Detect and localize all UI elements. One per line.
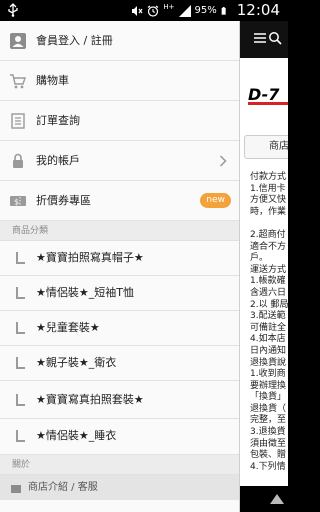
info-line: 含週六日 (250, 287, 287, 298)
info-line: 須由徵至 (250, 438, 287, 449)
info-line: 適合不方 (250, 241, 287, 252)
info-line: 2.超商付 (250, 229, 286, 240)
usb-icon (8, 3, 18, 17)
info-line: 4.下列情 (250, 461, 286, 472)
info-line: 1.信用卡 (250, 183, 286, 194)
info-line: 包裝、贈 (250, 450, 287, 461)
info-line (250, 218, 288, 230)
battery-percent: 95% (194, 5, 217, 16)
info-line: 要辦理換 (250, 380, 287, 391)
tree-branch-icon (16, 357, 25, 369)
category-label: ★兒童套裝★ (36, 321, 100, 334)
section-header-about: 關於 (0, 455, 239, 475)
info-line: 完整，至 (250, 415, 287, 426)
battery-icon (221, 6, 226, 15)
order-list-icon (11, 113, 25, 129)
drawer-item-label: 購物車 (36, 74, 69, 87)
store-tab-button[interactable]: 商店 (244, 135, 288, 159)
category-label: ★寶寶拍照寫真帽子★ (36, 251, 144, 264)
info-line: 3.退換貨 (250, 427, 286, 438)
drawer-item-login[interactable]: 會員登入 / 註冊 (0, 21, 239, 61)
app-toolbar (240, 21, 288, 58)
drawer-item-label: 會員登入 / 註冊 (36, 34, 113, 47)
category-label: ★寶寶寫真拍照套裝★ (36, 393, 144, 406)
clock: 12:04 (236, 1, 280, 19)
chevron-right-icon (219, 155, 227, 167)
info-line: 運送方式 (250, 264, 287, 275)
info-line: 可備註全 (250, 322, 287, 333)
tree-branch-icon (16, 322, 25, 334)
drawer-item-store-info[interactable]: 商店介紹 / 客服 (0, 475, 239, 500)
new-badge: new (200, 193, 231, 208)
info-line: 2.以 郵局 (250, 299, 288, 310)
menu-icon[interactable] (254, 33, 266, 43)
coupon-icon: $ (10, 196, 26, 207)
tree-branch-icon (16, 430, 25, 442)
category-item[interactable]: ★親子裝★_衛衣 (0, 346, 239, 381)
logo-underline (248, 102, 288, 105)
category-item[interactable]: ★兒童套裝★ (0, 311, 239, 346)
category-label: ★情侶裝★_睡衣 (36, 429, 117, 442)
user-icon (10, 33, 26, 49)
drawer-item-label: 我的帳戶 (36, 154, 80, 167)
lock-icon (13, 153, 23, 168)
info-line: 方便又快 (250, 195, 287, 206)
category-item[interactable]: ★寶寶拍照寫真帽子★ (0, 241, 239, 276)
drawer-item-account[interactable]: 我的帳戶 (0, 141, 239, 181)
signal-icon (178, 4, 191, 17)
info-line: 4.如本店 (250, 334, 286, 345)
info-line: 退換貨（ (250, 403, 287, 414)
info-line: 戶。 (250, 253, 269, 264)
drawer-item-cart[interactable]: 購物車 (0, 61, 239, 101)
store-logo: D-7 (248, 83, 288, 107)
scroll-up-icon[interactable] (270, 494, 284, 504)
info-line: 退換貨說 (250, 357, 287, 368)
section-header-categories: 商品分類 (0, 221, 239, 241)
search-icon[interactable] (268, 31, 282, 45)
drawer-item-orders[interactable]: 訂單查詢 (0, 101, 239, 141)
bottom-navigation (240, 486, 288, 512)
info-line: 日內通知 (250, 345, 287, 356)
info-line: 時，作業 (250, 206, 287, 217)
info-line: 「換貨」 (250, 392, 287, 403)
cart-icon (10, 74, 26, 89)
mute-icon (132, 5, 143, 16)
category-item[interactable]: ★情侶裝★_睡衣 (0, 419, 239, 455)
category-item[interactable]: ★寶寶寫真拍照套裝★ (0, 381, 239, 419)
tree-branch-icon (16, 252, 25, 264)
store-button-label: 商店 (269, 141, 288, 152)
info-line: 1.收到商 (250, 369, 286, 380)
tree-branch-icon (16, 394, 25, 406)
alarm-icon (148, 5, 159, 17)
category-label: ★情侶裝★_短袖T恤 (36, 286, 134, 299)
category-item[interactable]: ★情侶裝★_短袖T恤 (0, 276, 239, 311)
drawer-item-label: 折價券專區 (36, 194, 91, 207)
drawer-item-label: 商店介紹 / 客服 (28, 482, 98, 493)
info-line: 3.配送範 (250, 311, 286, 322)
navigation-drawer: 會員登入 / 註冊 購物車 訂單查詢 我的帳戶 $ 折價券專區 new 商品分類… (0, 21, 240, 512)
drawer-item-label: 訂單查詢 (36, 114, 80, 127)
store-icon (11, 485, 21, 493)
category-label: ★親子裝★_衛衣 (36, 356, 117, 369)
svg-text:$: $ (14, 198, 19, 207)
status-bar: H+ 95% 12:04 (0, 0, 288, 21)
info-line: 付款方式 (250, 172, 287, 182)
main-content-peek[interactable]: D-7 商店 付款方式 1.信用卡 方便又快 時，作業 2.超商付 適合不方 戶。 運送方式… (240, 21, 288, 512)
info-line: 1.帳款確 (250, 276, 286, 287)
network-type: H+ (163, 3, 175, 11)
payment-info-text: 付款方式 1.信用卡 方便又快 時，作業 2.超商付 適合不方 戶。 運送方式 1.帳款確 含週… (250, 172, 288, 473)
drawer-item-coupons[interactable]: $ 折價券專區 new (0, 181, 239, 221)
tree-branch-icon (16, 287, 25, 299)
